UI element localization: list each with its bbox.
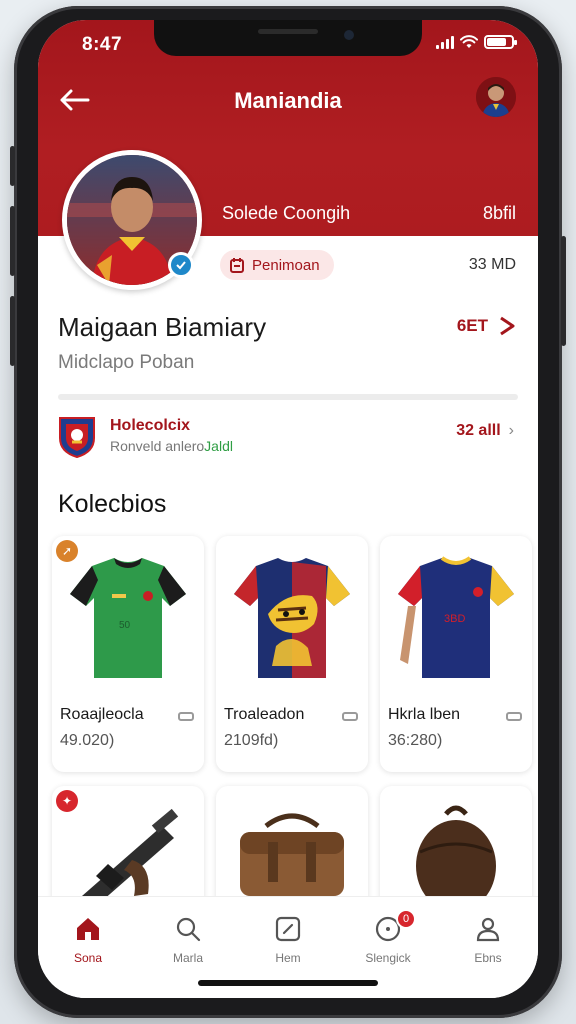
item-name: Troaleadon bbox=[224, 706, 305, 723]
tab-label: Sona bbox=[73, 951, 103, 965]
item-price: 49.020) bbox=[60, 732, 115, 749]
collection-card-tiger-jersey[interactable]: Troaleadon 2109fd) bbox=[216, 536, 368, 772]
tab-label: Hem bbox=[275, 951, 301, 965]
badge-label: Penimoan bbox=[252, 256, 320, 274]
user-avatar[interactable] bbox=[476, 77, 516, 117]
camera-notch bbox=[154, 20, 422, 56]
collection-card-navy-jersey[interactable]: 3BD Hkrla lben 36:280) bbox=[380, 536, 532, 772]
svg-text:3BD: 3BD bbox=[444, 613, 465, 625]
item-price: 2109fd) bbox=[224, 732, 279, 749]
signal-icon bbox=[436, 35, 454, 49]
status-icons bbox=[436, 35, 517, 49]
page-title: Maniandia bbox=[234, 88, 342, 113]
tab-label: Ebns bbox=[474, 951, 502, 965]
home-icon bbox=[77, 918, 99, 940]
edit-box-icon bbox=[275, 916, 301, 942]
lightning-icon: ➚ bbox=[56, 540, 78, 562]
wifi-icon bbox=[460, 35, 478, 48]
chevron-right-icon bbox=[500, 316, 515, 336]
club-title: Holecolcix bbox=[110, 417, 191, 434]
app-screen: 8:47 Maniandia Solede Coongih 8bfil Peni… bbox=[38, 20, 538, 998]
player-name: Maigaan Biamiary bbox=[58, 312, 267, 342]
verified-badge-icon bbox=[168, 252, 194, 278]
follow-label: 6ET bbox=[456, 316, 488, 335]
search-icon bbox=[176, 917, 201, 942]
volume-down-button bbox=[10, 296, 15, 366]
club-text: Solede Coongih bbox=[222, 203, 351, 223]
club-subtitle: Ronveld anleroJaldl bbox=[110, 438, 233, 454]
notification-badge: 0 bbox=[396, 909, 416, 929]
battery-icon bbox=[484, 35, 517, 49]
collection-card-green-jersey[interactable]: 50 ➚ Roaajleocla 49.020) bbox=[52, 536, 204, 772]
green-jersey-image: 50 bbox=[70, 558, 186, 678]
navy-jersey-image: 3BD bbox=[398, 556, 514, 678]
follow-link[interactable]: 6ET bbox=[457, 316, 516, 336]
item-name: Roaajleocla bbox=[60, 706, 144, 723]
player-position: Midclapo Poban bbox=[58, 352, 195, 373]
mute-switch bbox=[10, 146, 15, 186]
tab-label: Marla bbox=[172, 951, 203, 965]
item-price: 36:280) bbox=[388, 732, 443, 749]
position-badge[interactable]: Penimoan bbox=[220, 250, 334, 280]
item-name: Hkrla lben bbox=[388, 706, 461, 723]
club-value: 32 alll › bbox=[456, 422, 514, 439]
profile-icon bbox=[476, 917, 500, 942]
power-button bbox=[561, 236, 566, 346]
collections-title: Kolecbios bbox=[58, 490, 167, 518]
divider bbox=[58, 394, 518, 400]
svg-text:50: 50 bbox=[119, 620, 131, 631]
count-label: 33 MD bbox=[468, 256, 516, 273]
tiger-jersey-image bbox=[234, 558, 350, 678]
tab-label: Slengick bbox=[365, 951, 411, 965]
header-stat: 8bfil bbox=[482, 203, 516, 223]
status-time: 8:47 bbox=[82, 34, 123, 55]
crest-icon: ✦ bbox=[56, 790, 78, 812]
club-crest-icon bbox=[59, 417, 95, 458]
tag-icon[interactable] bbox=[178, 712, 194, 721]
tag-icon[interactable] bbox=[342, 712, 358, 721]
home-indicator bbox=[198, 980, 378, 986]
club-row[interactable]: Holecolcix Ronveld anleroJaldl 32 alll › bbox=[58, 416, 518, 460]
tag-icon[interactable] bbox=[506, 712, 522, 721]
tab-home[interactable]: Sona bbox=[38, 897, 138, 998]
calendar-icon bbox=[230, 258, 244, 273]
volume-up-button bbox=[10, 206, 15, 276]
chevron-right-icon: › bbox=[508, 422, 514, 439]
tab-profile[interactable]: Ebns bbox=[438, 897, 538, 998]
